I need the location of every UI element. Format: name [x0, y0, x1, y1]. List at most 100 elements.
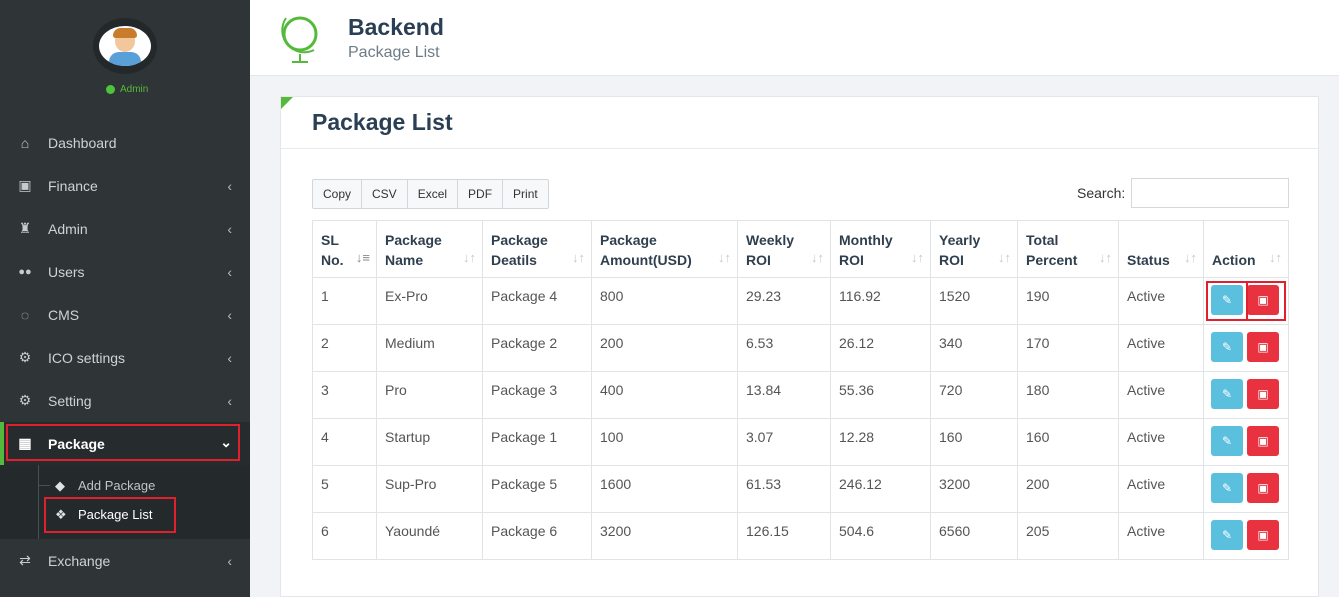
table-cell: 246.12 — [830, 465, 931, 513]
delete-button[interactable]: ▣ — [1247, 379, 1279, 409]
column-header-package-details[interactable]: Package Deatils ↓↑ — [482, 220, 592, 278]
table-cell: Ex-Pro — [376, 277, 483, 325]
table-cell: Active — [1118, 277, 1204, 325]
page-header: Backend Package List — [250, 0, 1339, 76]
table-body: 1 Ex-Pro Package 4 800 29.23 116.92 1520 190 Act… — [312, 277, 1289, 560]
delete-button[interactable]: ▣ — [1247, 332, 1279, 362]
sort-icon: ↓↑ — [998, 250, 1011, 265]
table-cell: Active — [1118, 512, 1204, 560]
highlight-box — [1246, 281, 1286, 321]
column-header-weekly-roi[interactable]: Weekly ROI ↓↑ — [737, 220, 831, 278]
column-header-package-amount[interactable]: Package Amount(USD) ↓↑ — [591, 220, 738, 278]
delete-button[interactable]: ▣ — [1247, 426, 1279, 456]
avatar[interactable] — [93, 18, 157, 74]
column-header-package-name[interactable]: Package Name ↓↑ — [376, 220, 483, 278]
cube-icon: ◆ — [55, 477, 65, 493]
sidebar-item-cms[interactable]: ◌ CMS ‹ — [0, 293, 250, 336]
card-title: Package List — [312, 109, 453, 135]
settings-icon: ⚙ — [18, 349, 32, 365]
pdf-button[interactable]: PDF — [457, 179, 504, 209]
table-row: 1 Ex-Pro Package 4 800 29.23 116.92 1520 190 Act… — [312, 277, 1289, 325]
chevron-left-icon: ‹ — [227, 350, 232, 366]
sidebar-item-setting[interactable]: ⚙ Setting ‹ — [0, 379, 250, 422]
sidebar-item-ico-settings[interactable]: ⚙ ICO settings ‹ — [0, 336, 250, 379]
table-row: 6 Yaoundé Package 6 3200 126.15 504.6 6560 205 A… — [312, 512, 1289, 560]
table-cell: Active — [1118, 418, 1204, 466]
chevron-left-icon: ‹ — [227, 553, 232, 569]
table-cell: Package 1 — [482, 418, 592, 466]
sidebar-item-label: Finance — [48, 177, 98, 194]
action-cell: ✎ ▣ — [1203, 512, 1289, 560]
table-header-row: SL No. ↓≡ Package Name ↓↑ Package Deatils ↓↑ P… — [312, 220, 1289, 278]
pencil-icon: ✎ — [1221, 434, 1233, 448]
table-cell: 4 — [312, 418, 377, 466]
action-cell: ✎ ▣ — [1203, 324, 1289, 372]
search-input[interactable] — [1131, 178, 1289, 208]
sidebar-item-exchange[interactable]: ⇄ Exchange ‹ — [0, 539, 250, 582]
table-cell: Package 5 — [482, 465, 592, 513]
table-cell: 12.28 — [830, 418, 931, 466]
column-header-total-percent[interactable]: Total Percent ↓↑ — [1017, 220, 1119, 278]
column-header-action[interactable]: Action ↓↑ — [1203, 220, 1289, 278]
table-cell: 26.12 — [830, 324, 931, 372]
sort-icon: ↓↑ — [811, 250, 824, 265]
home-icon: ⌂ — [20, 134, 30, 151]
table-cell: 1 — [312, 277, 377, 325]
print-button[interactable]: Print — [502, 179, 549, 209]
table-cell: Pro — [376, 371, 483, 419]
table-cell: 6560 — [930, 512, 1018, 560]
table-cell: 3200 — [591, 512, 738, 560]
sidebar-item-label: Users — [48, 263, 85, 280]
comments-icon: ◌ — [20, 306, 30, 323]
card-corner-accent — [281, 97, 293, 109]
sidebar-item-finance[interactable]: ▣ Finance ‹ — [0, 164, 250, 207]
column-header-status[interactable]: Status ↓↑ — [1118, 220, 1204, 278]
table-cell: Package 3 — [482, 371, 592, 419]
action-cell: ✎ ▣ — [1203, 418, 1289, 466]
delete-button[interactable]: ▣ — [1247, 520, 1279, 550]
table-cell: Startup — [376, 418, 483, 466]
submenu-item-add-package[interactable]: ◆ Add Package — [0, 471, 250, 500]
delete-button[interactable]: ▣ — [1247, 473, 1279, 503]
sidebar-item-users[interactable]: ●● Users ‹ — [0, 250, 250, 293]
column-header-monthly-roi[interactable]: Monthly ROI ↓↑ — [830, 220, 931, 278]
sort-icon: ↓↑ — [1099, 250, 1112, 265]
edit-button[interactable]: ✎ — [1211, 332, 1243, 362]
submenu-item-package-list[interactable]: ❖ Package List — [0, 497, 250, 533]
highlight-box — [6, 424, 240, 461]
table-cell: Medium — [376, 324, 483, 372]
table-cell: 200 — [1017, 465, 1119, 513]
sidebar-item-admin[interactable]: ♜ Admin ‹ — [0, 207, 250, 250]
sidebar-item-label: Setting — [48, 392, 92, 409]
column-header-sl-no[interactable]: SL No. ↓≡ — [312, 220, 377, 278]
sidebar-item-label: ICO settings — [48, 349, 126, 366]
copy-button[interactable]: Copy — [312, 179, 363, 209]
table-cell: 3200 — [930, 465, 1018, 513]
sort-icon: ↓↑ — [911, 250, 924, 265]
pencil-icon: ✎ — [1221, 528, 1233, 542]
action-cell: ✎ ▣ — [1203, 465, 1289, 513]
edit-button[interactable]: ✎ — [1211, 520, 1243, 550]
table-cell: 160 — [1017, 418, 1119, 466]
edit-button[interactable]: ✎ — [1211, 473, 1243, 503]
edit-button[interactable]: ✎ — [1211, 379, 1243, 409]
trash-icon: ▣ — [1257, 481, 1269, 495]
sidebar-item-dashboard[interactable]: ⌂ Dashboard — [0, 121, 250, 164]
table-cell: 3 — [312, 371, 377, 419]
excel-button[interactable]: Excel — [406, 179, 459, 209]
table-cell: 340 — [930, 324, 1018, 372]
column-header-yearly-roi[interactable]: Yearly ROI ↓↑ — [930, 220, 1018, 278]
edit-button[interactable]: ✎ — [1211, 426, 1243, 456]
highlight-box — [1206, 281, 1248, 321]
gear-icon: ⚙ — [18, 392, 32, 408]
table-cell: 170 — [1017, 324, 1119, 372]
sidebar-item-package[interactable]: ▦ Package ⌄ — [0, 422, 250, 465]
chevron-left-icon: ‹ — [227, 307, 232, 323]
table-cell: 3.07 — [737, 418, 831, 466]
user-role-label: Admin — [120, 84, 149, 95]
table-cell: 800 — [591, 277, 738, 325]
user-lock-icon: ♜ — [18, 220, 32, 236]
chevron-left-icon: ‹ — [227, 393, 232, 409]
csv-button[interactable]: CSV — [361, 179, 408, 209]
pencil-icon: ✎ — [1221, 387, 1233, 401]
